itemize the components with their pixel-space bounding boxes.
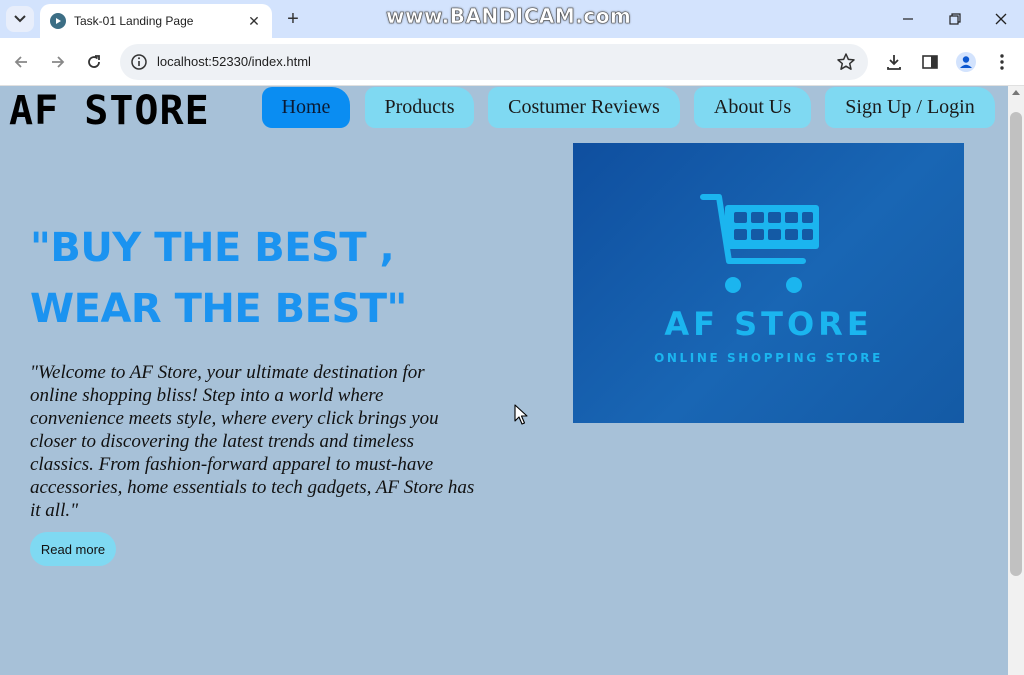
nav-sign-up-login[interactable]: Sign Up / Login <box>825 87 995 128</box>
read-more-button[interactable]: Read more <box>30 532 116 566</box>
plus-icon[interactable]: + <box>282 8 304 30</box>
forward-icon[interactable] <box>46 50 70 74</box>
page-viewport: AF STORE Home Products Costumer Reviews … <box>0 86 1008 675</box>
cursor-icon <box>514 404 528 425</box>
nav-about-us[interactable]: About Us <box>694 87 811 128</box>
hero-headline: "BUY THE BEST , WEAR THE BEST" <box>30 218 550 340</box>
info-icon[interactable] <box>130 53 148 71</box>
hero-logo-subtitle: ONLINE SHOPPING STORE <box>654 351 883 365</box>
headline-line-2: WEAR THE BEST" <box>30 286 407 332</box>
recording-watermark: www.BANDICAM.com <box>386 4 632 29</box>
intro-paragraph: "Welcome to AF Store, your ultimate dest… <box>30 362 475 521</box>
favicon-icon <box>50 13 66 29</box>
hero-logo-title: AF STORE <box>664 305 873 343</box>
url-text[interactable]: localhost:52330/index.html <box>157 54 311 69</box>
address-bar[interactable]: localhost:52330/index.html <box>120 44 868 80</box>
tab-search-icon[interactable] <box>6 6 34 32</box>
reload-icon[interactable] <box>82 50 106 74</box>
close-window-icon[interactable] <box>981 6 1021 32</box>
hero-image: AF STORE ONLINE SHOPPING STORE <box>573 143 964 423</box>
tab-strip: Task-01 Landing Page ✕ + www.BANDICAM.co… <box>0 0 1024 38</box>
nav-costumer-reviews[interactable]: Costumer Reviews <box>488 87 680 128</box>
download-icon[interactable] <box>882 50 906 74</box>
back-icon[interactable] <box>9 50 33 74</box>
close-icon[interactable]: ✕ <box>246 13 262 29</box>
nav-products[interactable]: Products <box>365 87 474 128</box>
minimize-icon[interactable] <box>888 6 928 32</box>
headline-line-1: "BUY THE BEST , <box>30 225 395 271</box>
menu-icon[interactable] <box>990 50 1014 74</box>
tab-title: Task-01 Landing Page <box>74 14 194 28</box>
side-panel-icon[interactable] <box>918 50 942 74</box>
cart-icon <box>700 194 819 293</box>
profile-icon[interactable] <box>954 50 978 74</box>
scroll-up-arrow-icon[interactable] <box>1012 90 1020 95</box>
scroll-thumb[interactable] <box>1010 112 1022 576</box>
site-logo[interactable]: AF STORE <box>9 88 210 134</box>
star-icon[interactable] <box>836 52 856 72</box>
restore-icon[interactable] <box>935 6 975 32</box>
nav-home[interactable]: Home <box>262 87 350 128</box>
page-scrollbar[interactable] <box>1008 86 1024 675</box>
browser-tab[interactable]: Task-01 Landing Page ✕ <box>40 4 272 38</box>
browser-toolbar: localhost:52330/index.html <box>0 38 1024 86</box>
